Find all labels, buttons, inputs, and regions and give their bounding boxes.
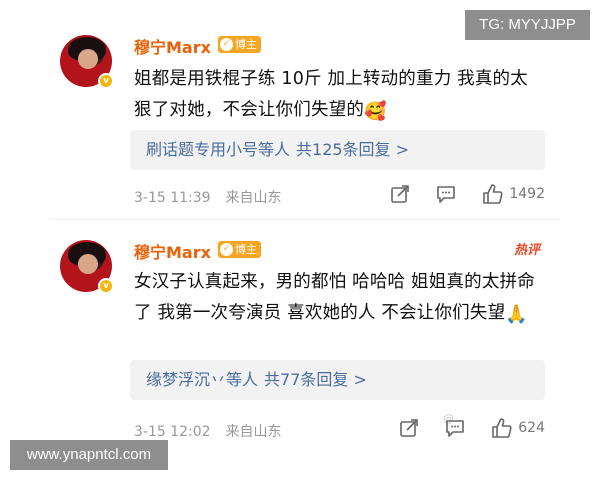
- blogger-tag-icon: ✓: [220, 38, 233, 51]
- divider: [50, 219, 560, 220]
- comment-card: v 穆宁Marx ✓ 博主 热评 女汉子认真起来，男的都怕 哈哈哈 姐姐真的太拼…: [50, 227, 560, 445]
- comment-card: v 穆宁Marx ✓ 博主 姐都是用铁棍子练 10斤 加上转动的重力 我真的太狠…: [50, 22, 560, 220]
- reply-users: 缘梦浮沉丷等人: [146, 370, 259, 389]
- comment-meta: 3-15 12:02 来自山东: [134, 421, 281, 441]
- comment-text-body: 姐都是用铁棍子练 10斤 加上转动的重力 我真的太狠了对她，不会让你们失望的: [134, 69, 528, 120]
- smiling-face-emoji: 🥰: [364, 101, 387, 122]
- like-button[interactable]: [481, 183, 503, 205]
- blogger-tag: ✓ 博主: [218, 241, 261, 258]
- share-icon: [400, 419, 419, 437]
- comment-button[interactable]: [435, 183, 457, 205]
- blogger-tag-label: 博主: [235, 243, 257, 256]
- praying-hands-emoji: 🙏: [505, 304, 528, 325]
- share-icon: [391, 185, 410, 203]
- blogger-tag-label: 博主: [235, 38, 257, 51]
- v-badge-icon: v: [98, 73, 114, 89]
- comment-text: 女汉子认真起来，男的都怕 哈哈哈 姐姐真的太拼命了 我第一次夸演员 喜欢她的人 …: [134, 267, 544, 329]
- blogger-tag: ✓ 博主: [218, 36, 261, 53]
- comment-text: 姐都是用铁棍子练 10斤 加上转动的重力 我真的太狠了对她，不会让你们失望的🥰: [134, 64, 544, 126]
- comment-location: 来自山东: [225, 424, 282, 440]
- comment-date: 3-15 11:39: [134, 190, 211, 206]
- replies-summary[interactable]: 刷话题专用小号等人 共125条回复 >: [130, 130, 545, 170]
- thumbs-up-icon: [492, 418, 512, 438]
- share-button[interactable]: [389, 183, 411, 205]
- comment-actions: 1492: [365, 183, 545, 205]
- hot-comment-badge: 热评: [513, 243, 540, 258]
- comment-icon: [437, 186, 456, 203]
- thumbs-up-icon: [483, 184, 503, 204]
- comment-location: 来自山东: [225, 190, 282, 206]
- reply-count: 共125条回复 >: [296, 140, 410, 159]
- reply-count: 共77条回复 >: [264, 370, 367, 389]
- like-count: 624: [518, 420, 545, 436]
- watermark-faint: @…: [443, 412, 465, 425]
- reply-users: 刷话题专用小号等人: [146, 140, 291, 159]
- v-badge-icon: v: [98, 278, 114, 294]
- like-count: 1492: [509, 186, 545, 202]
- comment-feed: v 穆宁Marx ✓ 博主 姐都是用铁棍子练 10斤 加上转动的重力 我真的太狠…: [50, 22, 560, 446]
- replies-summary[interactable]: 缘梦浮沉丷等人 共77条回复 >: [130, 360, 545, 400]
- comment-meta: 3-15 11:39 来自山东: [134, 187, 281, 207]
- watermark-bottom: www.ynapntcl.com: [10, 440, 168, 470]
- comment-text-body: 女汉子认真起来，男的都怕 哈哈哈 姐姐真的太拼命了 我第一次夸演员 喜欢她的人 …: [134, 272, 535, 323]
- watermark-top: TG: MYYJJPP: [465, 10, 590, 40]
- blogger-tag-icon: ✓: [220, 243, 233, 256]
- author-name[interactable]: 穆宁Marx: [134, 239, 211, 263]
- like-button[interactable]: [490, 417, 512, 439]
- avatar-face: [78, 49, 98, 69]
- avatar-face: [78, 254, 98, 274]
- comment-date: 3-15 12:02: [134, 424, 211, 440]
- author-name[interactable]: 穆宁Marx: [134, 34, 211, 58]
- share-button[interactable]: [398, 417, 420, 439]
